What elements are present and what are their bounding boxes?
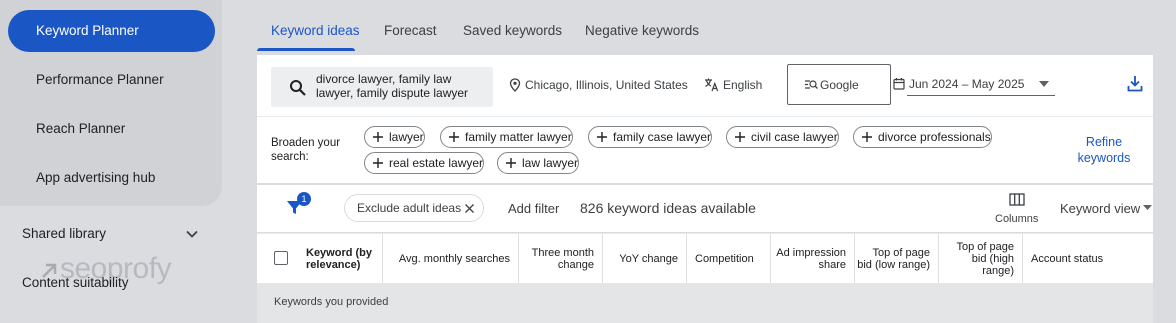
sidebar-item-keyword-planner[interactable]: Keyword Planner (8, 10, 215, 52)
column-header-ad-impression-share[interactable]: Ad impression share (771, 234, 855, 284)
filter-bar: 1 Exclude adult ideas Add filter 826 key… (257, 185, 1153, 232)
tab-forecast[interactable]: Forecast (384, 23, 437, 38)
language-selector[interactable]: English (723, 78, 762, 92)
broaden-chip-family-matter-lawyer[interactable]: family matter lawyer (440, 126, 573, 148)
card-divider (257, 116, 1153, 117)
active-tab-indicator (257, 48, 355, 51)
chip-label: civil case lawyer (751, 130, 838, 144)
chip-label: divorce professionals (878, 130, 991, 144)
exclude-adult-ideas-chip[interactable]: Exclude adult ideas (344, 194, 484, 222)
broaden-chip-real-estate-lawyer[interactable]: real estate lawyer (364, 152, 485, 174)
plus-icon (449, 132, 459, 142)
search-network-icon (805, 80, 818, 89)
column-header-competition[interactable]: Competition (687, 234, 771, 284)
chip-label: lawyer (389, 130, 424, 144)
chip-label: family matter lawyer (465, 130, 572, 144)
tab-saved-keywords[interactable]: Saved keywords (463, 23, 562, 38)
add-filter-button[interactable]: Add filter (508, 201, 559, 216)
network-selector[interactable]: Google (787, 64, 891, 105)
search-icon (290, 80, 306, 96)
broaden-chip-family-case-lawyer[interactable]: family case lawyer (588, 126, 713, 148)
search-card: divorce lawyer, family law lawyer, famil… (257, 55, 1153, 183)
keywords-provided-section: Keywords you provided (257, 283, 1153, 323)
sidebar-content-suitability[interactable]: Content suitability (22, 275, 129, 290)
close-icon[interactable] (465, 204, 474, 213)
broaden-chip-law-lawyer[interactable]: law lawyer (497, 152, 580, 174)
table-header-row: Keyword (by relevance) Avg. monthly sear… (257, 233, 1153, 284)
column-header-account-status[interactable]: Account status (1023, 234, 1153, 284)
location-pin-icon (509, 78, 521, 92)
dropdown-caret-icon[interactable] (1143, 205, 1152, 210)
keyword-view-selector[interactable]: Keyword view (1060, 201, 1140, 216)
column-header-bid-low[interactable]: Top of page bid (low range) (855, 234, 939, 284)
calendar-icon (893, 78, 905, 90)
broaden-chip-civil-case-lawyer[interactable]: civil case lawyer (726, 126, 839, 148)
sidebar-item-reach-planner[interactable]: Reach Planner (8, 108, 215, 150)
sidebar-item-performance-planner[interactable]: Performance Planner (8, 59, 215, 101)
location-selector[interactable]: Chicago, Illinois, United States (525, 78, 688, 92)
keyword-search-field[interactable]: divorce lawyer, family law lawyer, famil… (271, 67, 493, 107)
column-header-avg-monthly-searches[interactable]: Avg. monthly searches (383, 234, 519, 284)
tab-negative-keywords[interactable]: Negative keywords (585, 23, 699, 38)
sidebar-item-app-advertising-hub[interactable]: App advertising hub (8, 157, 215, 199)
broaden-search-label: Broaden your search: (271, 137, 341, 163)
date-range-underline (907, 95, 1055, 96)
translate-icon (705, 78, 719, 92)
exclude-chip-label: Exclude adult ideas (357, 201, 462, 215)
chip-label: law lawyer (522, 156, 579, 170)
plus-icon (735, 132, 745, 142)
sidebar: Keyword Planner Performance Planner Reac… (0, 0, 224, 323)
column-header-bid-high[interactable]: Top of page bid (high range) (939, 234, 1023, 284)
column-header-keyword[interactable]: Keyword (by relevance) (297, 234, 383, 284)
search-query-text[interactable]: divorce lawyer, family law lawyer, famil… (316, 72, 488, 100)
plus-icon (506, 158, 516, 168)
chip-label: family case lawyer (613, 130, 712, 144)
keywords-provided-label: Keywords you provided (274, 296, 389, 308)
plus-icon (597, 132, 607, 142)
columns-button-label[interactable]: Columns (995, 213, 1038, 225)
column-header-three-month-change[interactable]: Three month change (519, 234, 603, 284)
date-range-selector[interactable]: Jun 2024 – May 2025 (909, 77, 1024, 91)
filter-count-badge: 1 (297, 192, 311, 206)
download-icon[interactable] (1127, 75, 1143, 92)
chip-label: real estate lawyer (389, 156, 484, 170)
keyword-ideas-count: 826 keyword ideas available (580, 200, 756, 216)
select-all-checkbox[interactable] (274, 251, 288, 265)
broaden-chip-lawyer[interactable]: lawyer (364, 126, 425, 148)
plus-icon (862, 132, 872, 142)
broaden-chip-divorce-professionals[interactable]: divorce professionals (853, 126, 992, 148)
plus-icon (373, 132, 383, 142)
sidebar-shared-library[interactable]: Shared library (22, 226, 106, 241)
column-header-yoy-change[interactable]: YoY change (603, 234, 687, 284)
network-label: Google (820, 78, 859, 92)
plus-icon (373, 158, 383, 168)
dropdown-caret-icon[interactable] (1039, 81, 1049, 87)
tab-keyword-ideas[interactable]: Keyword ideas (271, 23, 360, 38)
chevron-down-icon[interactable] (184, 226, 200, 242)
columns-icon[interactable] (1009, 193, 1025, 206)
refine-keywords-button[interactable]: Refine keywords (1065, 134, 1143, 166)
